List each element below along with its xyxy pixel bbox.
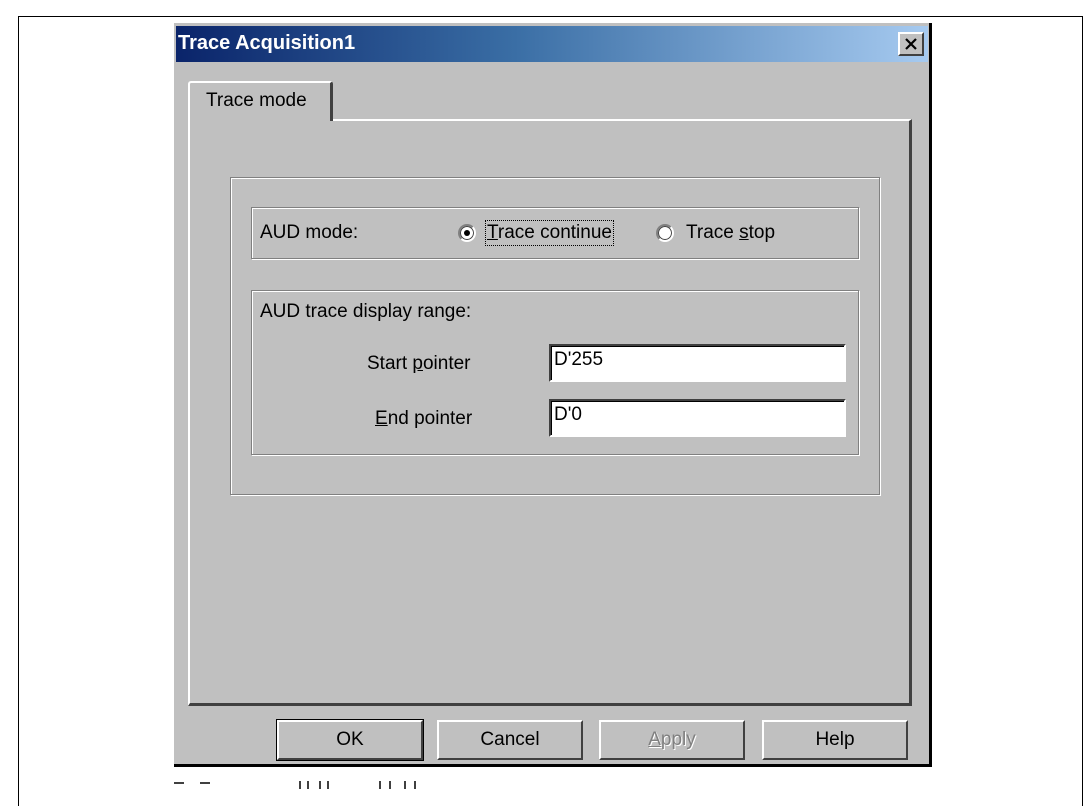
ok-button[interactable]: OK: [277, 720, 423, 760]
end-pointer-input[interactable]: D'0: [549, 399, 846, 437]
ok-label: OK: [336, 729, 364, 750]
window-title: Trace Acquisition1: [178, 32, 356, 54]
end-pointer-label: End pointer: [375, 408, 473, 429]
aud-mode-label: AUD mode:: [260, 222, 359, 243]
trace-acquisition-dialog: Trace Acquisition1 Trace mode AUD mode: …: [174, 23, 932, 767]
tab-label: Trace mode: [206, 90, 307, 111]
aud-mode-group: AUD mode: Trace continue Trace stop: [251, 207, 859, 259]
cancel-label: Cancel: [480, 729, 540, 750]
trace-continue-label[interactable]: Trace continue: [485, 220, 614, 246]
trace-stop-label[interactable]: Trace stop: [686, 222, 775, 244]
title-bar[interactable]: Trace Acquisition1: [176, 26, 928, 62]
cancel-button[interactable]: Cancel: [437, 720, 583, 760]
close-button[interactable]: [898, 32, 924, 56]
apply-label: Apply: [648, 729, 696, 750]
start-pointer-input[interactable]: D'255: [549, 344, 846, 382]
display-range-group: AUD trace display range: Start pointer D…: [251, 290, 859, 455]
radio-selected-dot: [464, 230, 470, 236]
help-label: Help: [815, 729, 855, 750]
display-range-label: AUD trace display range:: [260, 301, 472, 322]
trace-stop-radio[interactable]: [656, 224, 674, 242]
trace-continue-radio[interactable]: [458, 224, 476, 242]
decorative-marks: [174, 781, 416, 789]
apply-button[interactable]: Apply: [599, 720, 745, 760]
close-icon: [905, 38, 917, 50]
start-pointer-label: Start pointer: [367, 353, 471, 374]
help-button[interactable]: Help: [762, 720, 908, 760]
tab-trace-mode[interactable]: Trace mode: [188, 81, 333, 121]
